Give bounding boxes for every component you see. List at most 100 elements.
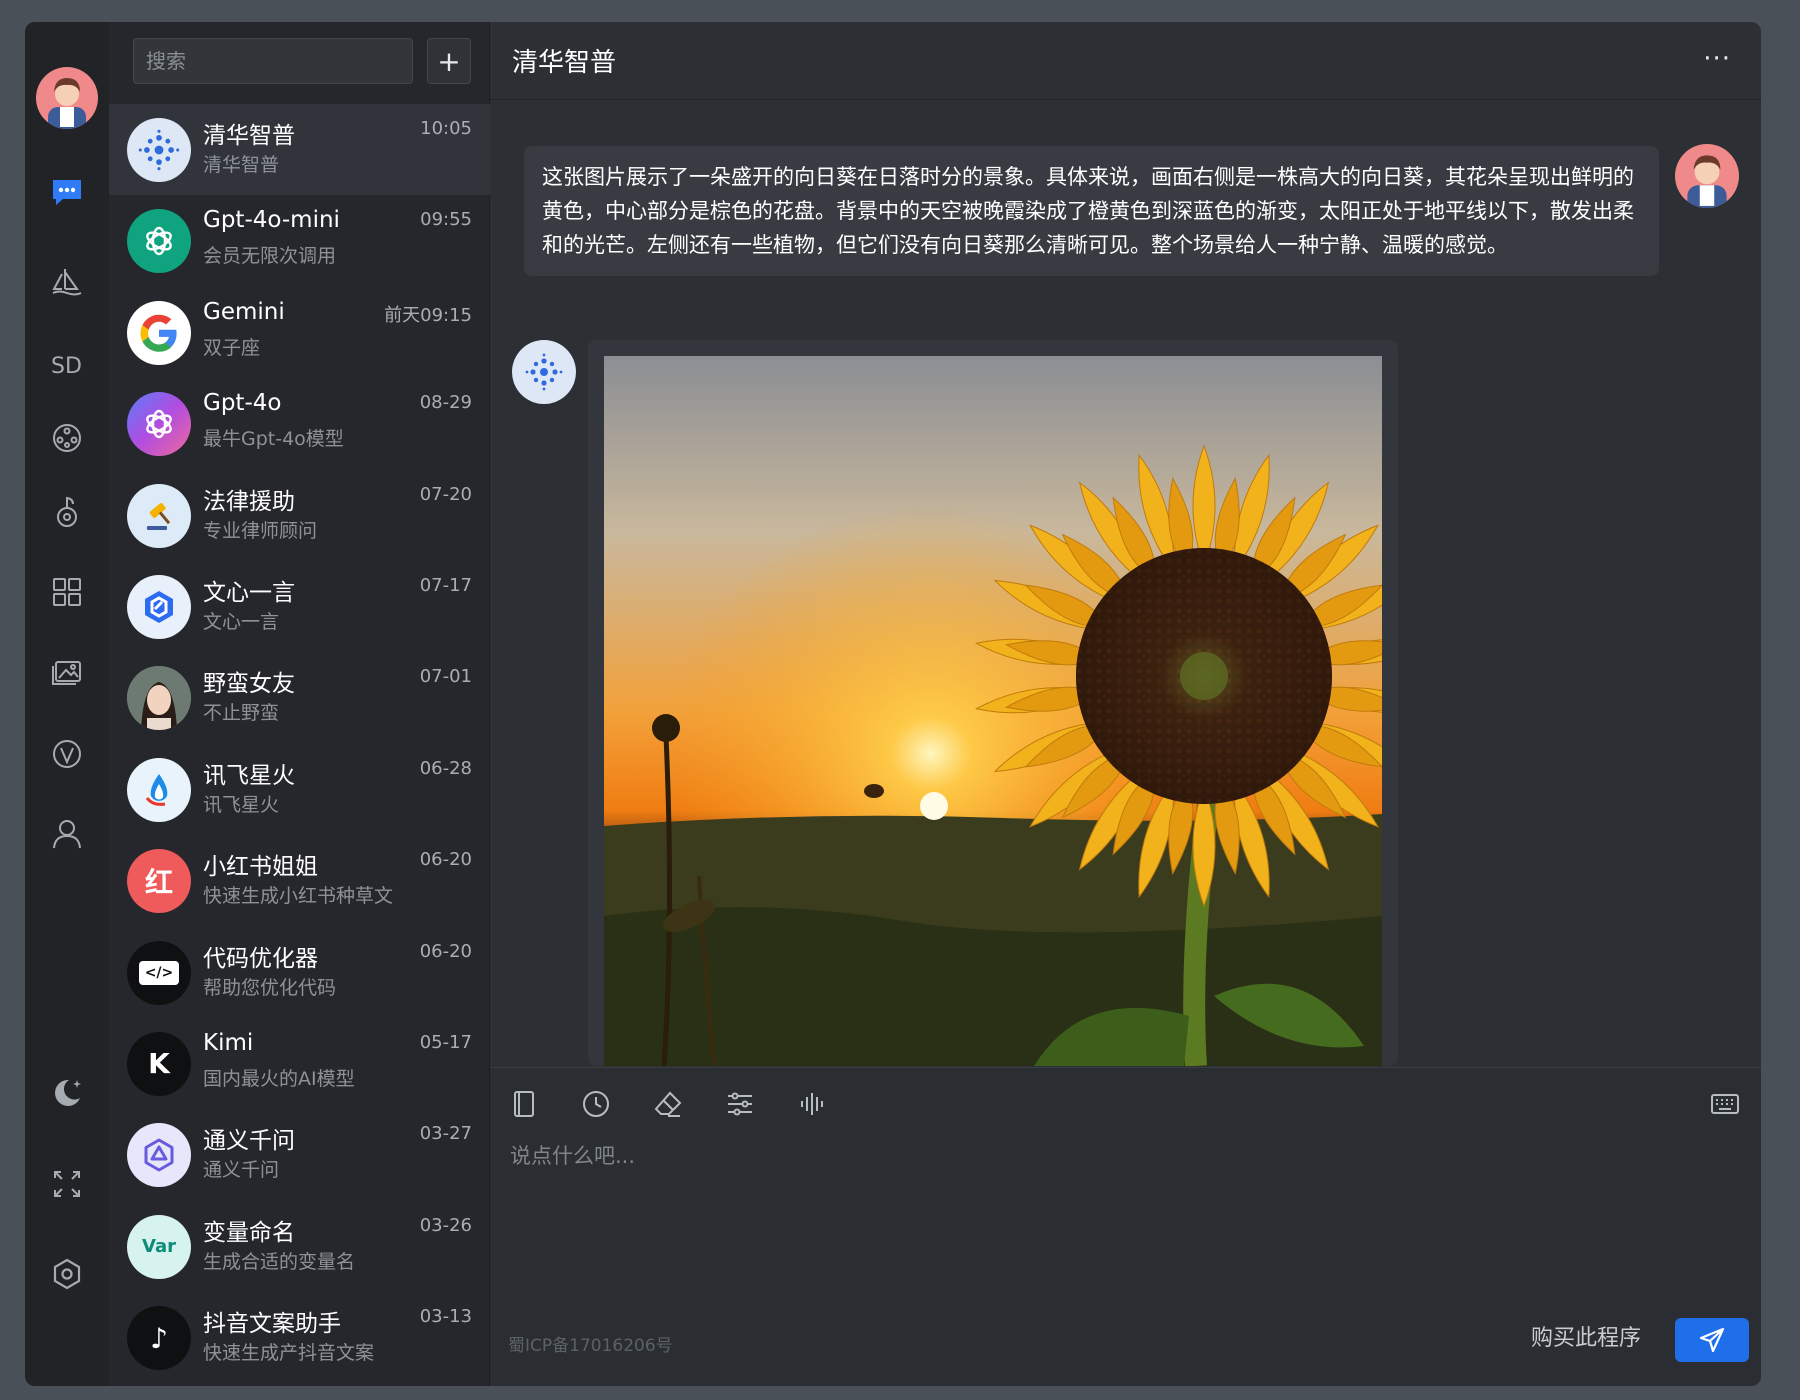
conversation-sub: 通义千问 — [203, 1159, 280, 1182]
conversation-name: Gemini — [203, 298, 285, 325]
vip-icon[interactable] — [47, 734, 87, 774]
conversation-item[interactable]: </> 代码优化器 帮助您优化代码 06-20 — [109, 927, 490, 1018]
conversation-item[interactable]: Var 变量命名 生成合适的变量名 03-26 — [109, 1201, 490, 1292]
conversation-time: 06-20 — [419, 849, 472, 871]
sailboat-icon[interactable] — [47, 262, 87, 302]
conversation-item[interactable]: 野蛮女友不止野蛮 07-01 — [109, 652, 490, 743]
conversation-time: 03-26 — [419, 1214, 472, 1236]
conversation-sub: 国内最火的AI模型 — [203, 1067, 355, 1090]
notebook-icon[interactable] — [506, 1086, 542, 1122]
chat-header: 清华智普 ··· — [490, 22, 1761, 100]
douyin-icon: ♪ — [127, 1306, 191, 1371]
avatar-badge-text: K — [148, 1047, 170, 1081]
conversation-time: 07-01 — [419, 666, 472, 688]
zhipu-icon — [525, 353, 563, 391]
conversation-item[interactable]: 法律援助 专业律师顾问 07-20 — [109, 470, 490, 561]
conversation-sub: 最牛Gpt-4o模型 — [203, 428, 344, 451]
conversation-name: 讯飞星火 — [203, 762, 295, 789]
profile-icon[interactable] — [47, 814, 87, 854]
conversation-sub: 帮助您优化代码 — [203, 976, 337, 999]
conversation-list-panel: + 清华智普清华智普10:05Gpt-4o-mini会员无限次调用09:55Ge… — [109, 22, 490, 1386]
girl-avatar-icon — [127, 666, 191, 731]
user-message-bubble: 这张图片展示了一朵盛开的向日葵在日落时分的景象。具体来说，画面右侧是一株高大的向… — [524, 146, 1659, 276]
voice-icon[interactable] — [794, 1086, 830, 1122]
conversation-item[interactable]: 清华智普 清华智普 10:05 — [109, 104, 490, 196]
conversation-sub: 双子座 — [203, 336, 261, 359]
conversation-item[interactable]: 讯飞星火 讯飞星火 06-28 — [109, 744, 490, 835]
conversation-item[interactable]: K Kimi 国内最火的AI模型 05-17 — [109, 1018, 490, 1109]
conversation-sub: 生成合适的变量名 — [203, 1250, 356, 1273]
conversation-sub: 会员无限次调用 — [203, 245, 337, 268]
conversation-sub: 快速生成小红书种草文 — [203, 885, 394, 908]
film-reel-icon[interactable] — [47, 418, 87, 458]
xiaohongshu-icon: 红 — [127, 849, 191, 914]
sliders-icon[interactable] — [722, 1086, 758, 1122]
user-avatar[interactable] — [36, 67, 98, 129]
send-icon — [1699, 1327, 1725, 1353]
bot-image-message — [588, 340, 1398, 1066]
sd-icon[interactable]: SD — [47, 344, 87, 384]
conversation-name: 清华智普 — [203, 123, 295, 149]
dark-mode-icon[interactable] — [47, 1072, 87, 1112]
conversation-time: 07-20 — [419, 483, 472, 505]
conversation-time: 09:55 — [420, 209, 472, 231]
apps-grid-icon[interactable] — [47, 572, 87, 612]
conversation-item[interactable]: Gpt-4o-mini 会员无限次调用 09:55 — [109, 195, 490, 286]
conversation-item[interactable]: Gpt-4o 最牛Gpt-4o模型 08-29 — [109, 378, 490, 469]
kimi-icon: K — [127, 1031, 191, 1096]
gallery-icon[interactable] — [47, 652, 87, 692]
conversation-name: 小红书姐姐 — [203, 854, 318, 881]
avatar-badge-text: 红 — [144, 866, 173, 900]
openai-icon — [127, 209, 191, 274]
conversation-sub: 文心一言 — [203, 610, 280, 633]
conversation-time: 10:05 — [420, 118, 472, 139]
conversation-item[interactable]: 文心一言 文心一言 07-17 — [109, 561, 490, 652]
zhipu-icon — [127, 118, 191, 182]
new-chat-button[interactable]: + — [427, 38, 471, 84]
avatar-badge-text: Var — [142, 1236, 176, 1258]
sunflower-image[interactable] — [604, 356, 1382, 1066]
keyboard-icon[interactable] — [1707, 1086, 1743, 1122]
conversation-name: 代码优化器 — [203, 945, 318, 972]
tongyi-icon — [127, 1123, 191, 1188]
conversation-sub: 不止野蛮 — [203, 702, 280, 725]
eraser-icon[interactable] — [650, 1086, 686, 1122]
google-icon — [127, 300, 191, 365]
fullscreen-icon[interactable] — [47, 1164, 87, 1204]
send-button[interactable] — [1675, 1318, 1749, 1362]
conversation-item[interactable]: ♪ 抖音文案助手 快速生成产抖音文案 03-13 — [109, 1292, 490, 1383]
chat-panel: 清华智普 ··· 这张图片展示了一朵盛开的向日葵在日落时分的景象。具体来说，画面… — [490, 22, 1761, 1386]
history-icon[interactable] — [578, 1086, 614, 1122]
conversation-sub: 快速生成产抖音文案 — [203, 1342, 375, 1365]
conversation-list: 清华智普 清华智普 10:05 Gpt-4o-mini 会员无限次调用 09:55 Gemi… — [109, 104, 490, 1383]
conversation-time: 06-20 — [419, 940, 472, 962]
conversation-item[interactable]: 红 小红书姐姐快速生成小红书种草文 06-20 — [109, 835, 490, 926]
conversation-time: 06-28 — [419, 757, 472, 779]
conversation-name: 法律援助 — [203, 488, 295, 515]
chat-icon[interactable] — [47, 172, 87, 212]
spark-icon — [127, 757, 191, 822]
openai-gradient-icon — [127, 392, 191, 457]
conversation-item[interactable]: 通义千问 通义千问 03-27 — [109, 1109, 490, 1200]
message-input[interactable] — [510, 1140, 1710, 1290]
conversation-name: Gpt-4o — [203, 390, 282, 417]
conversation-name: Kimi — [203, 1029, 254, 1056]
icp-link[interactable]: 蜀ICP备17016206号 — [508, 1331, 673, 1356]
conversation-name: 文心一言 — [203, 579, 295, 606]
wenxin-icon — [127, 574, 191, 639]
svg-text:SD: SD — [51, 354, 82, 379]
conversation-item[interactable]: Gemini 双子座 前天09:15 — [109, 287, 490, 378]
nav-rail: SD — [25, 22, 109, 1386]
user-message-avatar — [1675, 144, 1739, 208]
conversation-name: Gpt-4o-mini — [203, 207, 340, 234]
conversation-time: 前天09:15 — [384, 304, 472, 326]
buy-program-link[interactable]: 购买此程序 — [1531, 1320, 1641, 1352]
conversation-time: 03-13 — [419, 1306, 472, 1328]
music-icon[interactable] — [47, 492, 87, 532]
search-input[interactable] — [133, 38, 413, 84]
settings-icon[interactable] — [47, 1254, 87, 1294]
conversation-name: 野蛮女友 — [203, 671, 295, 698]
composer: 蜀ICP备17016206号 购买此程序 — [490, 1067, 1761, 1386]
bot-avatar — [512, 340, 576, 404]
more-options-button[interactable]: ··· — [1703, 44, 1731, 74]
